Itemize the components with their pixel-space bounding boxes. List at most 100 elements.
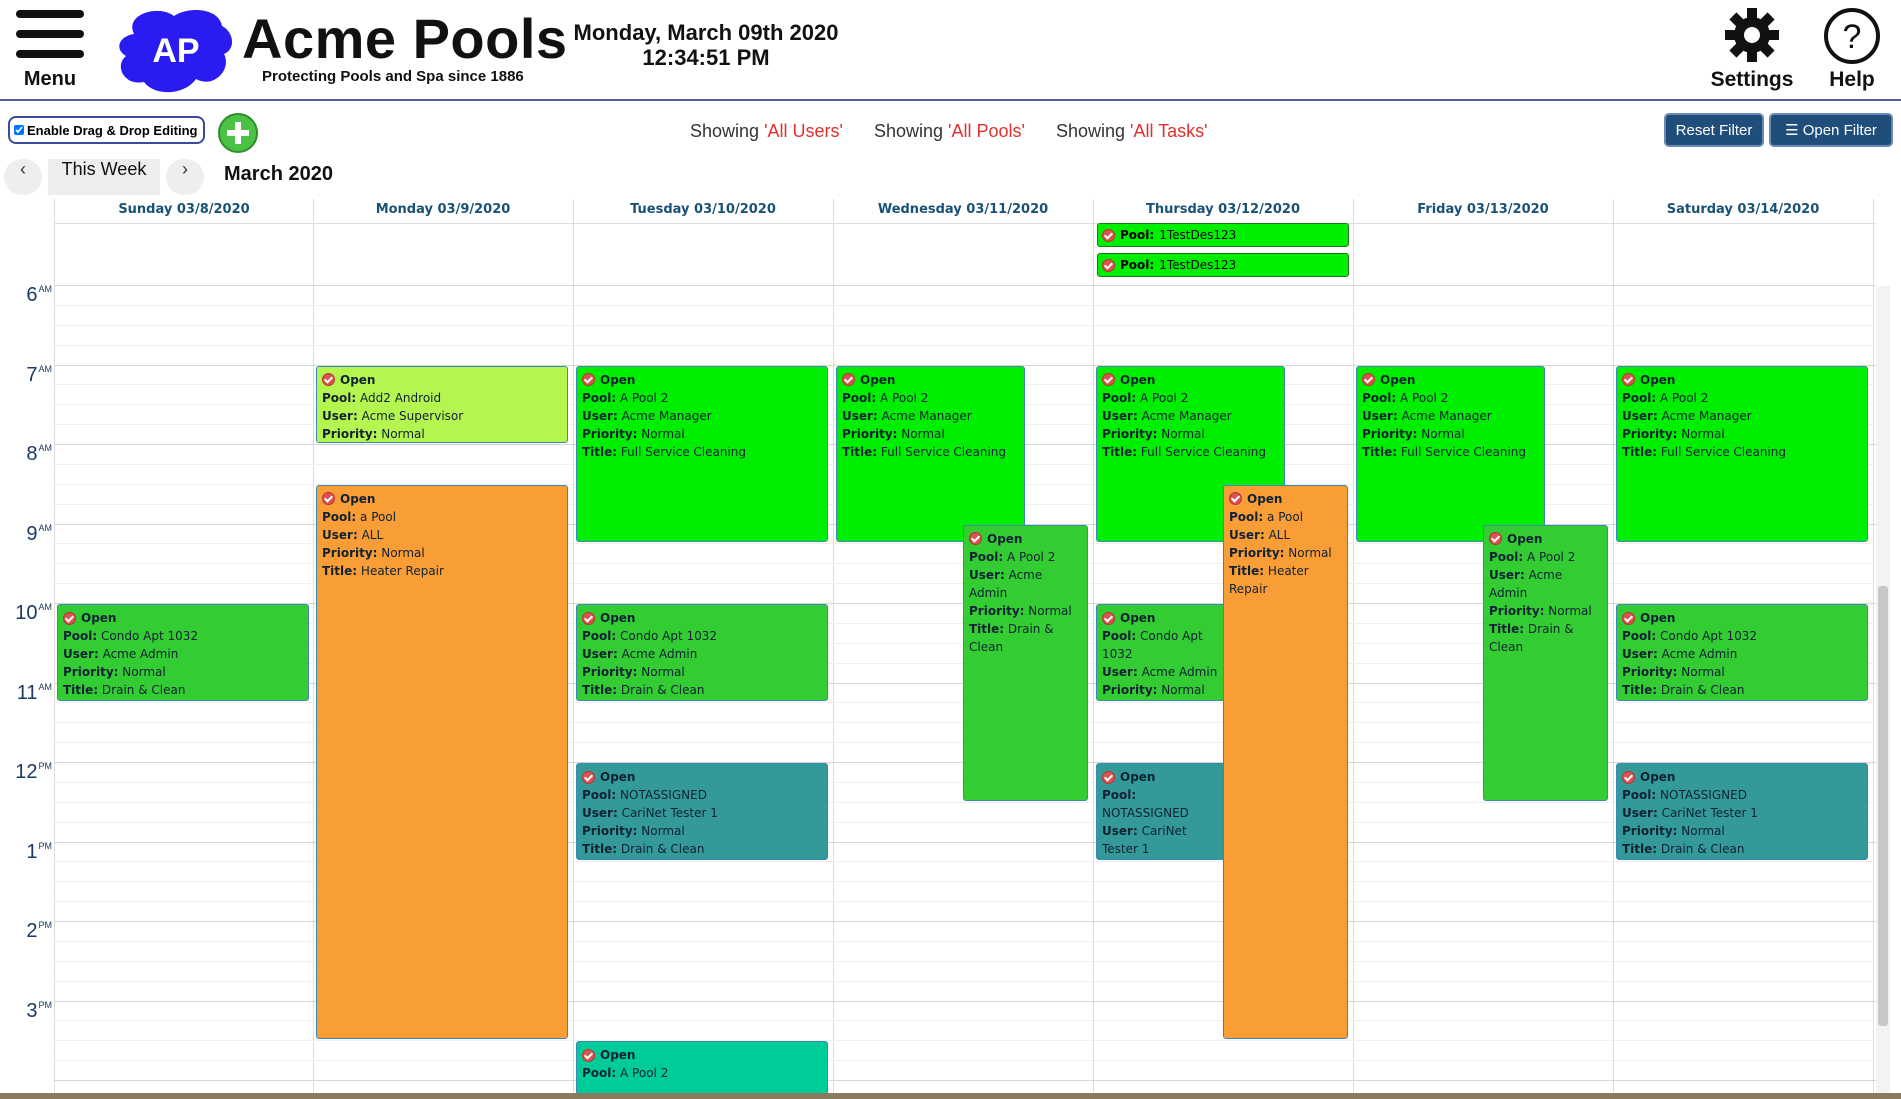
day-column-divider [573,199,574,1097]
event-title: Title: Drain & Clean [582,683,705,697]
current-time: 12:34:51 PM [642,45,770,70]
task-event[interactable]: Open Pool: A Pool 2 User: Acme Admin Priori… [963,524,1088,801]
day-header[interactable]: Friday 03/13/2020 [1353,202,1613,222]
hour-line [54,285,1876,286]
current-datetime: Monday, March 09th 2020 12:34:51 PM [548,20,864,70]
status-check-icon [1102,228,1115,242]
event-priority: Priority: Normal [582,426,685,441]
event-status: Open [582,371,822,389]
help-icon: ? [1824,8,1880,64]
event-user: User: CariNet Tester 1 [1622,806,1758,820]
event-priority: Priority: Normal [1622,824,1725,838]
event-title: Title: Heater Repair [1229,563,1309,596]
task-event[interactable]: Open Pool: A Pool 2 User: Acme Manager Prio… [836,365,1025,543]
drag-drop-checkbox[interactable] [14,125,24,135]
event-pool: Pool: A Pool 2 [842,390,929,405]
scrollbar-thumb[interactable] [1878,586,1888,1026]
task-event[interactable]: Open Pool: Add2 Android User: Acme Supervi… [316,365,568,443]
event-title: Title: Drain & Clean [1622,842,1745,856]
event-user: User: ALL [322,527,384,542]
reset-filter-button[interactable]: Reset Filter [1664,113,1764,147]
status-check-icon [1622,373,1635,386]
gear-icon [1725,8,1779,62]
task-event[interactable]: Open Pool: Condo Apt 1032 User: Acme Admin… [1616,604,1868,702]
allday-event[interactable]: Pool: 1TestDes123 [1097,223,1349,247]
day-header[interactable]: Tuesday 03/10/2020 [573,202,833,222]
day-column-divider [833,199,834,1097]
day-header[interactable]: Saturday 03/14/2020 [1613,202,1873,222]
day-header[interactable]: Wednesday 03/11/2020 [833,202,1093,222]
event-priority: Priority: Normal [322,426,425,441]
add-task-button[interactable] [218,113,258,153]
prev-week-button[interactable]: ‹ [4,159,42,195]
drag-drop-toggle[interactable]: Enable Drag & Drop Editing [8,116,206,144]
task-event[interactable]: Open Pool: A Pool 2 [576,1041,828,1095]
task-event[interactable]: Open Pool: NOTASSIGNED User: CariNet Teste… [1616,763,1868,861]
settings-button[interactable]: Settings [1700,4,1804,94]
day-column-divider [1613,199,1614,1097]
hour-label: 7AM [26,363,52,386]
event-pool: Pool: Condo Apt 1032 [1102,629,1203,661]
event-priority: Priority: Normal [1102,858,1222,859]
help-button[interactable]: ? Help [1812,4,1892,94]
event-title: Title: Drain & Clean [582,842,705,856]
this-week-button[interactable]: This Week [48,159,160,195]
event-status: Open [1489,530,1602,548]
hour-label: 6AM [26,284,52,306]
task-event[interactable]: Open Pool: A Pool 2 User: Acme Manager Prio… [1616,365,1868,543]
day-header[interactable]: Monday 03/9/2020 [313,202,573,222]
task-event[interactable]: Open Pool: Condo Apt 1032 User: Acme Admin… [576,604,828,702]
logo-initials: AP [152,32,199,70]
allday-event[interactable]: Pool: 1TestDes123 [1097,253,1349,277]
filter-pools: Showing 'All Pools' [873,121,1025,141]
next-week-button[interactable]: › [166,159,204,195]
event-status: Open [582,609,822,627]
task-event[interactable]: Open Pool: a Pool User: ALL Priority: Norma… [316,484,568,1040]
event-pool: Pool: A Pool 2 [1102,390,1189,405]
quarter-line [54,304,1876,306]
status-check-icon [1102,611,1115,625]
task-event[interactable]: Open Pool: a Pool User: ALL Priority: Norma… [1223,484,1348,1040]
task-event[interactable]: Open Pool: Condo Apt 1032 User: Acme Admin… [57,604,309,702]
event-status: Open [842,371,1019,389]
task-event[interactable]: Open Pool: Condo Apt 1032 User: Acme Admin… [1096,604,1228,702]
logo-icon: AP [119,10,233,93]
task-event[interactable]: Open Pool: A Pool 2 User: Acme Manager Prio… [576,365,828,543]
status-check-icon [582,1048,595,1062]
event-title: Title: Drain & Clean [969,621,1054,654]
status-check-icon [1102,373,1115,386]
event-status: Open [582,768,822,786]
event-priority: Priority: Normal [842,426,945,441]
task-event[interactable]: Open Pool: NOTASSIGNED User: CariNet Teste… [576,763,828,861]
day-header[interactable]: Sunday 03/8/2020 [54,202,314,222]
event-title: Title: Heater Repair [322,563,444,578]
event-pool: Pool: NOTASSIGNED [1622,788,1747,802]
task-event[interactable]: Open Pool: NOTASSIGNED User: CariNet Teste… [1096,763,1228,861]
hour-label: 11AM [16,681,52,704]
event-user: User: Acme Admin [1102,665,1218,679]
status-check-icon [969,532,982,545]
task-event[interactable]: Open Pool: A Pool 2 User: Acme Manager Prio… [1356,365,1545,543]
calendar-scrollbar[interactable] [1876,286,1890,1097]
status-check-icon [582,373,595,386]
event-pool: Pool: A Pool 2 [1622,390,1709,405]
event-user: User: Acme Admin [1489,567,1563,600]
event-user: User: CariNet Tester 1 [582,806,718,820]
day-header[interactable]: Thursday 03/12/2020 [1093,202,1353,222]
quarter-line [54,1040,1876,1042]
event-title: Title: Full Service Cleaning [1102,444,1267,459]
event-pool: Pool: Condo Apt 1032 [63,629,199,643]
status-check-icon [582,770,595,784]
hour-label: 1PM [26,840,52,863]
event-title: Title: Drain & Clean [1489,621,1574,654]
event-priority: Priority: Normal [969,603,1072,618]
open-filter-button[interactable]: ☰ Open Filter [1769,113,1893,147]
hour-label: 8AM [26,443,52,465]
event-status: Open [969,530,1082,548]
menu-label: Menu [23,68,77,90]
event-priority: Priority: Normal [1622,426,1725,441]
day-column-divider [1093,199,1094,1097]
menu-button[interactable]: Menu [14,8,86,92]
task-event[interactable]: Open Pool: A Pool 2 User: Acme Admin Priori… [1483,524,1608,801]
event-status: Open [1229,490,1342,508]
